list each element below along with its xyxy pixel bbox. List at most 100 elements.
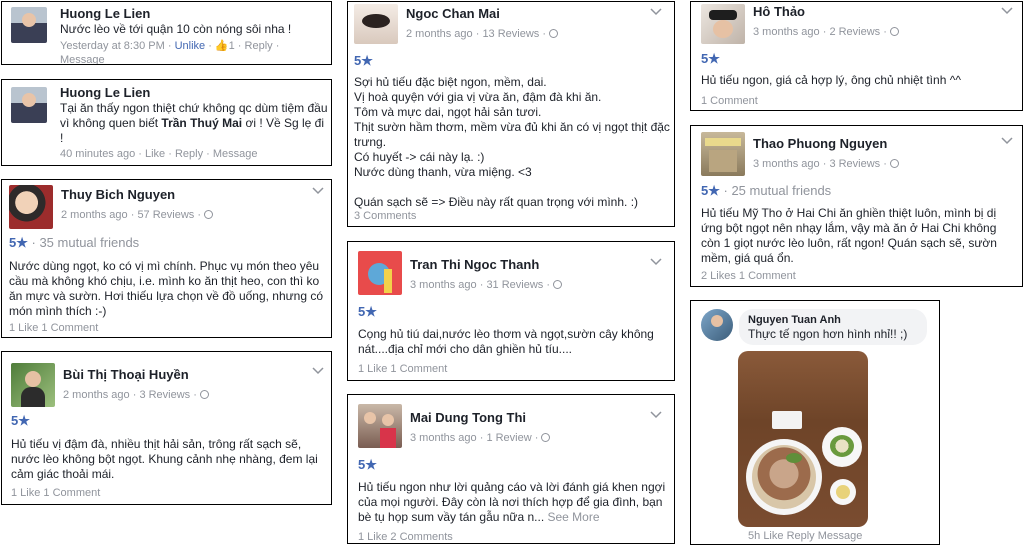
review-time[interactable]: 2 months ago bbox=[61, 209, 128, 221]
avatar[interactable] bbox=[9, 185, 53, 229]
unlike-link[interactable]: Unlike bbox=[175, 40, 206, 52]
avatar[interactable] bbox=[11, 7, 47, 43]
reply-link[interactable]: Reply bbox=[245, 40, 273, 52]
globe-icon bbox=[553, 280, 563, 289]
review-meta: 3 months ago · 3 Reviews · bbox=[753, 158, 899, 170]
comments-count[interactable]: 1 Comment bbox=[739, 270, 796, 282]
avatar[interactable] bbox=[11, 87, 47, 123]
review-time[interactable]: 3 months ago bbox=[753, 26, 820, 38]
review-count[interactable]: 13 Reviews bbox=[482, 28, 539, 40]
avatar[interactable] bbox=[11, 363, 55, 407]
chevron-down-icon[interactable] bbox=[650, 257, 662, 267]
like-link[interactable]: Like bbox=[763, 530, 783, 542]
review-time[interactable]: 3 months ago bbox=[753, 158, 820, 170]
comments-count[interactable]: 1 Comment bbox=[41, 322, 98, 334]
mention-link[interactable]: Trần Thuý Mai bbox=[161, 116, 242, 130]
review-time[interactable]: 3 months ago bbox=[410, 279, 477, 291]
review-line: Thịt sườn hầm thơm, mềm vừa đủ khi ăn có… bbox=[354, 120, 670, 149]
review-text-content: Hủ tiếu ngon như lời quảng cáo và lời đá… bbox=[358, 480, 666, 524]
comment-text: Nước lèo về tới quận 10 còn nóng sôi nha… bbox=[60, 22, 292, 36]
comments-count[interactable]: 1 Comment bbox=[43, 487, 100, 499]
comment-card: Nguyen Tuan Anh Thực tế ngon hơn hình nh… bbox=[690, 300, 940, 545]
reviewer-name[interactable]: Tran Thi Ngoc Thanh bbox=[410, 257, 539, 272]
reviewer-name[interactable]: Thao Phuong Nguyen bbox=[753, 136, 887, 151]
like-link[interactable]: Like bbox=[145, 148, 165, 160]
commenter-name[interactable]: Huong Le Lien bbox=[60, 6, 150, 21]
review-time[interactable]: 2 months ago bbox=[406, 28, 473, 40]
see-more-link[interactable]: See More bbox=[548, 510, 600, 524]
review-line: Sợi hủ tiếu đặc biệt ngon, mềm, dai. bbox=[354, 75, 547, 89]
avatar[interactable] bbox=[358, 251, 402, 295]
comment-text: Tại ăn thấy ngon thiệt chứ không qc dùm … bbox=[60, 101, 328, 146]
reviewer-name[interactable]: Thuy Bich Nguyen bbox=[61, 187, 175, 202]
globe-icon bbox=[889, 159, 899, 168]
rating: 5★ bbox=[358, 304, 377, 320]
comment-actions: 40 minutes ago · Like · Reply · Message bbox=[60, 148, 258, 160]
rating-value: 5★ bbox=[354, 53, 373, 68]
review-count[interactable]: 31 Reviews bbox=[486, 279, 543, 291]
comments-count[interactable]: 3 Comments bbox=[354, 210, 416, 222]
food-photo[interactable] bbox=[738, 351, 868, 527]
commenter-name[interactable]: Huong Le Lien bbox=[60, 85, 150, 100]
reviewer-name[interactable]: Hô Thảo bbox=[753, 4, 805, 19]
likes-count[interactable]: 1 Like bbox=[11, 487, 40, 499]
rating: 5★ bbox=[701, 51, 720, 67]
reply-link[interactable]: Reply bbox=[175, 148, 203, 160]
review-count[interactable]: 1 Review bbox=[486, 432, 531, 444]
review-count[interactable]: 2 Reviews bbox=[829, 26, 880, 38]
review-text: Hủ tiếu ngon như lời quảng cáo và lời đá… bbox=[358, 480, 670, 525]
mutual-friends[interactable]: 25 mutual friends bbox=[731, 183, 831, 198]
message-link[interactable]: Message bbox=[818, 530, 863, 542]
avatar[interactable] bbox=[358, 404, 402, 448]
comment-time[interactable]: Yesterday at 8:30 PM bbox=[60, 40, 165, 52]
review-time[interactable]: 3 months ago bbox=[410, 432, 477, 444]
chevron-down-icon[interactable] bbox=[650, 7, 662, 17]
rating: 5★ bbox=[11, 413, 30, 429]
chevron-down-icon[interactable] bbox=[312, 186, 324, 196]
likes-count[interactable]: 1 Like bbox=[358, 363, 387, 375]
rating-value: 5★ bbox=[701, 51, 720, 66]
review-card: Bùi Thị Thoại Huyền 2 months ago · 3 Rev… bbox=[1, 351, 332, 505]
avatar[interactable] bbox=[701, 132, 745, 176]
comment-card: Huong Le Lien Nước lèo về tới quận 10 cò… bbox=[1, 1, 332, 65]
comment-time[interactable]: 5h bbox=[748, 530, 760, 542]
comments-count[interactable]: 1 Comment bbox=[701, 95, 758, 107]
chevron-down-icon[interactable] bbox=[312, 366, 324, 376]
comments-count[interactable]: 1 Comment bbox=[390, 363, 447, 375]
reviewer-name[interactable]: Bùi Thị Thoại Huyền bbox=[63, 367, 189, 382]
likes-count[interactable]: 2 Likes bbox=[701, 270, 736, 282]
chevron-down-icon[interactable] bbox=[1001, 136, 1013, 146]
likes-count[interactable]: 1 Like bbox=[9, 322, 38, 334]
likes-count[interactable]: 1 Like bbox=[358, 531, 387, 543]
chevron-down-icon[interactable] bbox=[1001, 6, 1013, 16]
comment-card: Huong Le Lien Tại ăn thấy ngon thiệt chứ… bbox=[1, 79, 332, 166]
reviewer-name[interactable]: Ngoc Chan Mai bbox=[406, 6, 500, 21]
comments-count[interactable]: 2 Comments bbox=[390, 531, 452, 543]
reply-link[interactable]: Reply bbox=[787, 530, 815, 542]
review-meta: 2 months ago · 3 Reviews · bbox=[63, 389, 209, 401]
rating: 5★ · 35 mutual friends bbox=[9, 235, 140, 250]
avatar[interactable] bbox=[354, 4, 398, 44]
herb-plate bbox=[822, 427, 862, 467]
reviewer-name[interactable]: Mai Dung Tong Thi bbox=[410, 410, 526, 425]
review-count[interactable]: 3 Reviews bbox=[829, 158, 880, 170]
rating: 5★ bbox=[358, 457, 377, 473]
chevron-down-icon[interactable] bbox=[650, 410, 662, 420]
rating: 5★ · 25 mutual friends bbox=[701, 183, 832, 198]
review-count[interactable]: 57 Reviews bbox=[137, 209, 194, 221]
review-actions: 3 Comments bbox=[354, 210, 416, 222]
commenter-name[interactable]: Nguyen Tuan Anh bbox=[748, 314, 841, 326]
review-count[interactable]: 3 Reviews bbox=[139, 389, 190, 401]
review-time[interactable]: 2 months ago bbox=[63, 389, 130, 401]
message-link[interactable]: Message bbox=[60, 54, 105, 64]
rating-value: 5★ bbox=[11, 413, 30, 428]
avatar[interactable] bbox=[701, 309, 733, 341]
globe-icon bbox=[199, 390, 209, 399]
review-meta: 3 months ago · 2 Reviews · bbox=[753, 26, 899, 38]
message-link[interactable]: Message bbox=[213, 148, 258, 160]
comment-time[interactable]: 40 minutes ago bbox=[60, 148, 135, 160]
avatar[interactable] bbox=[701, 4, 745, 44]
review-actions: 1 Like 1 Comment bbox=[9, 322, 98, 334]
like-count[interactable]: 1 bbox=[229, 40, 235, 52]
mutual-friends[interactable]: 35 mutual friends bbox=[39, 235, 139, 250]
